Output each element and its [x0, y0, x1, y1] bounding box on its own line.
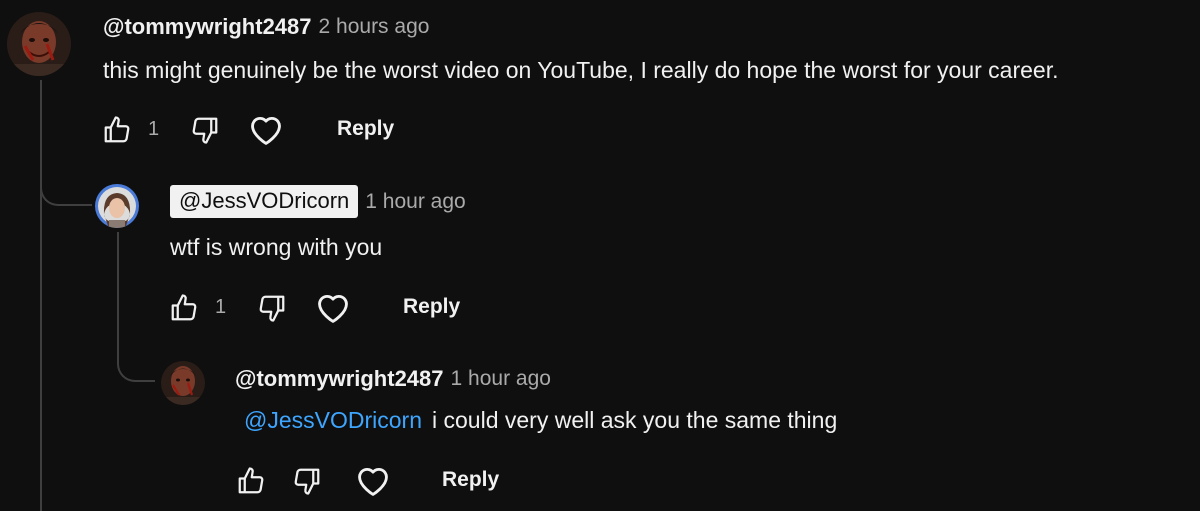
dislike-button[interactable]: [255, 291, 289, 325]
heart-icon: [354, 462, 392, 500]
heart-button[interactable]: [246, 111, 286, 149]
comment-timestamp[interactable]: 1 hour ago: [365, 190, 465, 214]
thumbs-up-icon: [102, 115, 132, 145]
avatar[interactable]: [95, 184, 139, 228]
comment-actions: 1 Reply: [100, 109, 420, 149]
like-count: 1: [148, 118, 160, 140]
heart-button[interactable]: [353, 462, 393, 500]
comment-timestamp[interactable]: 1 hour ago: [451, 367, 551, 391]
dislike-button[interactable]: [290, 464, 324, 498]
comment-text: this might genuinely be the worst video …: [103, 57, 1059, 84]
heart-icon: [314, 289, 352, 327]
comment-header: @tommywright2487 1 hour ago: [235, 366, 551, 392]
comment-text: @JessVODricorn i could very well ask you …: [244, 407, 837, 434]
thumbs-down-icon: [190, 115, 220, 145]
thumbs-down-icon: [257, 293, 287, 323]
author-handle[interactable]: @tommywright2487: [103, 14, 312, 40]
heart-button[interactable]: [313, 289, 353, 327]
thumbs-up-icon: [169, 293, 199, 323]
author-handle-creator[interactable]: @JessVODricorn: [170, 185, 359, 218]
comment-timestamp[interactable]: 2 hours ago: [319, 15, 430, 39]
comment-actions: Reply: [234, 460, 554, 500]
reply-button[interactable]: Reply: [403, 295, 460, 319]
comment-body: i could very well ask you the same thing: [432, 407, 838, 433]
comment-body: this might genuinely be the worst video …: [103, 57, 1059, 83]
reply-button[interactable]: Reply: [442, 468, 499, 492]
comment-text: wtf is wrong with you: [170, 234, 382, 261]
author-handle[interactable]: @tommywright2487: [235, 366, 444, 392]
avatar[interactable]: [161, 361, 205, 405]
thumbs-down-icon: [292, 466, 322, 496]
like-button[interactable]: [234, 464, 268, 498]
comment-header: @JessVODricorn 1 hour ago: [170, 185, 466, 218]
like-button[interactable]: [167, 291, 201, 325]
comment-header: @tommywright2487 2 hours ago: [103, 14, 429, 40]
thread-line-main: [40, 80, 42, 511]
thumbs-up-icon: [236, 466, 266, 496]
avatar[interactable]: [7, 12, 71, 76]
thread-connector-reply-2: [117, 340, 155, 382]
comment-body: wtf is wrong with you: [170, 234, 383, 260]
thread-connector-reply-1: [40, 160, 92, 206]
like-button[interactable]: [100, 113, 134, 147]
dislike-button[interactable]: [188, 113, 222, 147]
thread-line-reply: [117, 232, 119, 352]
comment-actions: 1 Reply: [167, 287, 487, 327]
mention-link[interactable]: @JessVODricorn: [244, 407, 422, 433]
reply-button[interactable]: Reply: [337, 117, 394, 141]
like-count: 1: [215, 296, 227, 318]
heart-icon: [247, 111, 285, 149]
